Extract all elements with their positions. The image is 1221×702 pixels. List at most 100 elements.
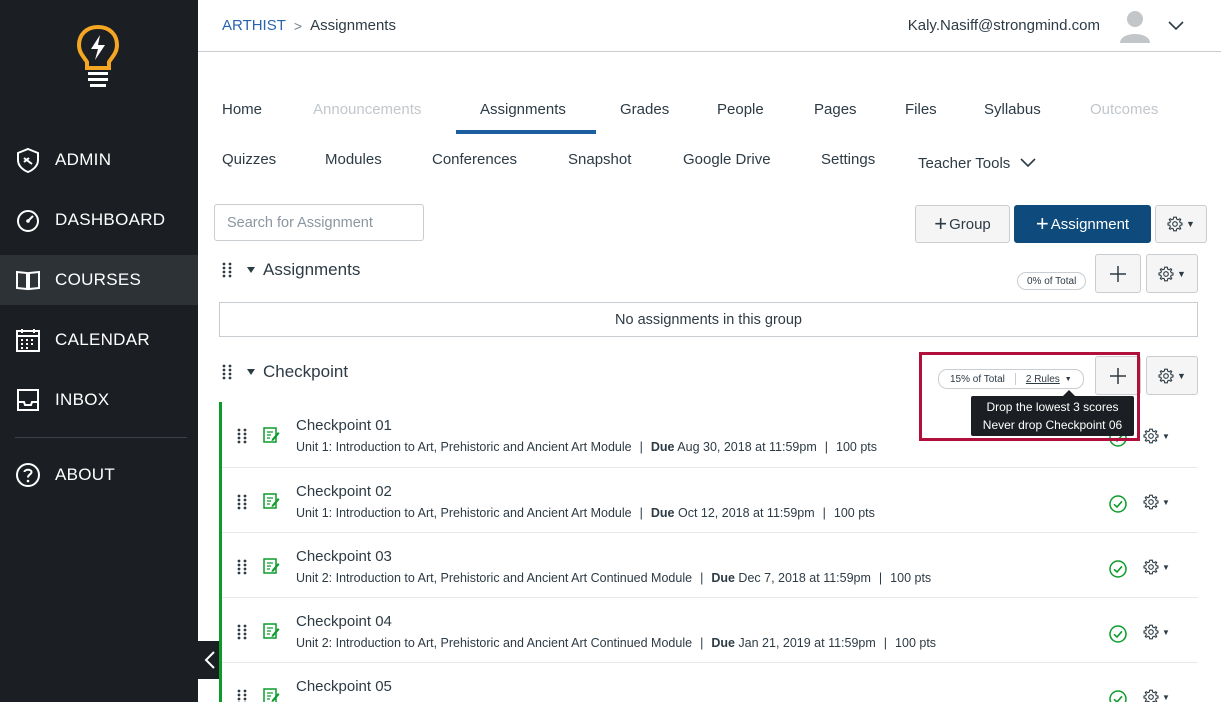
drag-handle-icon[interactable] (236, 428, 248, 444)
tab-syllabus[interactable]: Syllabus (984, 101, 1041, 118)
tab-settings[interactable]: Settings (821, 151, 875, 168)
gear-icon (1143, 428, 1159, 444)
tab-people[interactable]: People (717, 101, 764, 118)
published-check-icon[interactable] (1109, 560, 1127, 578)
tab-modules[interactable]: Modules (325, 151, 382, 168)
assignment-settings-menu[interactable]: ▼ (1143, 689, 1170, 702)
assignment-row[interactable]: Checkpoint 04 Unit 2: Introduction to Ar… (222, 597, 1198, 662)
shield-icon (15, 147, 41, 173)
nav-item-dashboard[interactable]: DASHBOARD (0, 195, 198, 245)
tooltip-rule: Drop the lowest 3 scores (986, 400, 1119, 414)
assignment-title[interactable]: Checkpoint 04 (296, 613, 392, 630)
tab-pages[interactable]: Pages (814, 101, 857, 118)
tab-files[interactable]: Files (905, 101, 937, 118)
drag-handle-icon[interactable] (236, 689, 248, 702)
course-settings-menu-button[interactable]: ▼ (1155, 205, 1207, 243)
assignment-title[interactable]: Checkpoint 05 (296, 678, 392, 695)
nav-item-admin[interactable]: ADMIN (0, 135, 198, 185)
tab-teacher-tools[interactable]: Teacher Tools (918, 155, 1037, 172)
search-input[interactable] (214, 204, 424, 241)
assignment-list: Checkpoint 01 Unit 1: Introduction to Ar… (219, 402, 1198, 702)
assignment-title[interactable]: Checkpoint 02 (296, 483, 392, 500)
tab-announcements[interactable]: Announcements (313, 101, 421, 118)
grading-rules-tooltip: Drop the lowest 3 scores Never drop Chec… (971, 390, 1134, 436)
nav-item-label: ABOUT (55, 465, 116, 484)
assignment-points: 100 pts (890, 571, 932, 585)
add-assignment-to-group-button[interactable] (1095, 254, 1141, 293)
add-assignment-label: Assignment (1050, 215, 1130, 233)
gear-icon (1143, 624, 1159, 640)
add-group-label: Group (949, 215, 991, 233)
assignment-meta: Unit 2: Introduction to Art, Prehistoric… (296, 571, 932, 585)
assignment-due-date: Aug 30, 2018 at 11:59pm (677, 440, 817, 454)
nav-item-label: ADMIN (55, 150, 112, 169)
nav-item-label: DASHBOARD (55, 210, 166, 229)
nav-item-courses[interactable]: COURSES (0, 255, 198, 305)
chevron-left-icon (204, 651, 215, 669)
caret-down-icon: ▼ (1177, 268, 1186, 279)
drag-handle-icon[interactable] (236, 624, 248, 640)
assignment-row[interactable]: Checkpoint 03 Unit 2: Introduction to Ar… (222, 532, 1198, 597)
drag-handle-icon[interactable] (236, 559, 248, 575)
tab-snapshot[interactable]: Snapshot (568, 151, 631, 168)
top-header: ARTHIST > Assignments Kaly.Nasiff@strong… (198, 0, 1221, 52)
assignment-module: Unit 2: Introduction to Art, Prehistoric… (296, 571, 693, 585)
user-email[interactable]: Kaly.Nasiff@strongmind.com (908, 17, 1100, 34)
assignment-points: 100 pts (836, 440, 878, 454)
breadcrumb-course-link[interactable]: ARTHIST (222, 17, 286, 34)
assignment-title[interactable]: Checkpoint 03 (296, 548, 392, 565)
tab-google-drive[interactable]: Google Drive (683, 151, 771, 168)
published-check-icon[interactable] (1109, 690, 1127, 702)
tab-home[interactable]: Home (222, 101, 262, 118)
assignment-meta: Unit 1: Introduction to Art, Prehistoric… (296, 440, 878, 454)
breadcrumb: ARTHIST > Assignments (222, 17, 396, 34)
drag-handle-icon[interactable] (236, 494, 248, 510)
assignment-title[interactable]: Checkpoint 01 (296, 417, 392, 434)
global-nav-sidebar: ADMIN DASHBOARD COURSES CALENDAR INBOX A… (0, 0, 198, 702)
tab-grades[interactable]: Grades (620, 101, 669, 118)
collapse-group-icon[interactable] (247, 369, 255, 375)
group-title: Assignments (263, 260, 361, 279)
gear-icon (1158, 368, 1174, 384)
tab-conferences[interactable]: Conferences (432, 151, 517, 168)
due-label: Due (650, 506, 675, 520)
assignment-settings-menu[interactable]: ▼ (1143, 559, 1170, 575)
chevron-down-icon[interactable] (1168, 18, 1184, 34)
gear-icon (1158, 266, 1174, 282)
nav-item-calendar[interactable]: CALENDAR (0, 315, 198, 365)
avatar[interactable] (1119, 9, 1151, 43)
assignment-settings-menu[interactable]: ▼ (1143, 494, 1170, 510)
assignment-row[interactable]: Checkpoint 05 ▼ (222, 662, 1198, 702)
tab-teacher-tools-label: Teacher Tools (918, 155, 1011, 172)
caret-down-icon: ▼ (1177, 370, 1186, 381)
drag-handle-icon[interactable] (221, 364, 233, 380)
tooltip-rule: Never drop Checkpoint 06 (982, 418, 1123, 432)
add-group-button[interactable]: + Group (915, 205, 1010, 243)
group-title: Checkpoint (263, 362, 349, 381)
caret-down-icon: ▼ (1162, 692, 1170, 702)
nav-item-about[interactable]: ABOUT (0, 450, 198, 500)
group-settings-menu-button[interactable]: ▼ (1146, 356, 1198, 395)
nav-item-inbox[interactable]: INBOX (0, 375, 198, 425)
collapse-group-icon[interactable] (247, 267, 255, 273)
drag-handle-icon[interactable] (221, 262, 233, 278)
assignment-row[interactable]: Checkpoint 02 Unit 1: Introduction to Ar… (222, 467, 1198, 532)
due-label: Due (711, 571, 735, 585)
add-assignment-button[interactable]: + Assignment (1014, 205, 1151, 243)
lightbulb-logo-icon[interactable] (76, 24, 120, 90)
assignment-settings-menu[interactable]: ▼ (1143, 428, 1170, 444)
caret-down-icon: ▼ (1162, 497, 1170, 507)
inbox-icon (15, 387, 41, 413)
tab-outcomes[interactable]: Outcomes (1090, 101, 1158, 118)
chevron-down-icon (1020, 158, 1037, 168)
group-settings-menu-button[interactable]: ▼ (1146, 254, 1198, 293)
assignment-points: 100 pts (895, 636, 937, 650)
tab-quizzes[interactable]: Quizzes (222, 151, 276, 168)
assignment-icon (262, 687, 280, 702)
assignment-settings-menu[interactable]: ▼ (1143, 624, 1170, 640)
assignment-icon (262, 426, 280, 444)
gear-icon (1143, 559, 1159, 575)
tab-assignments[interactable]: Assignments (480, 101, 566, 118)
published-check-icon[interactable] (1109, 625, 1127, 643)
published-check-icon[interactable] (1109, 495, 1127, 513)
